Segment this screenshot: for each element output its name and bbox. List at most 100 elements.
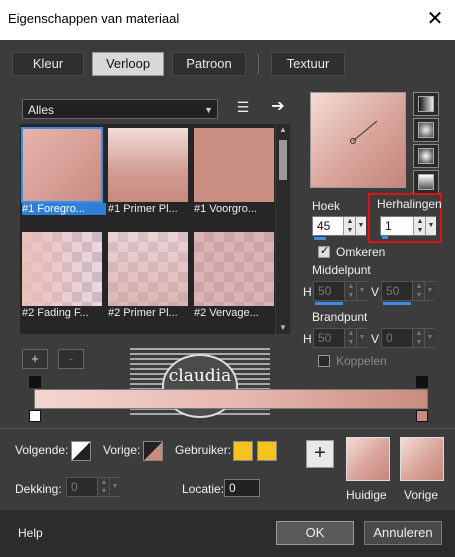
scroll-up-icon[interactable]: ▲ <box>276 124 290 136</box>
tab-patroon[interactable]: Patroon <box>172 52 246 76</box>
gradient-preview[interactable] <box>310 92 406 188</box>
gradient-thumb-4[interactable]: #2 Fading F... <box>22 232 102 322</box>
gradient-thumb-6[interactable]: #2 Vervage... <box>194 232 274 322</box>
koppelen-label: Koppelen <box>336 354 387 368</box>
arrow-right-icon[interactable]: ➔ <box>268 97 288 117</box>
thumb-label: #2 Fading F... <box>22 307 89 319</box>
add-stop-button[interactable]: + <box>22 349 48 369</box>
thumb-label: #2 Primer Pl... <box>108 307 178 319</box>
tab-bar: Kleur Verloop Patroon Textuur <box>0 40 455 88</box>
title-bar: Eigenschappen van materiaal ✕ <box>0 0 455 41</box>
gradient-swatch <box>194 232 274 306</box>
section-divider <box>0 428 455 429</box>
herhalingen-input[interactable]: 1 ▲ ▼ ▼ <box>380 216 436 236</box>
dekking-label: Dekking: <box>15 482 62 496</box>
koppelen-checkbox[interactable] <box>318 355 330 367</box>
huidige-label: Huidige <box>346 488 387 502</box>
cancel-button[interactable]: Annuleren <box>364 521 442 545</box>
brandpunt-h-input[interactable]: 50 ▲ ▼ ▼ <box>313 328 367 348</box>
gradient-thumb-3[interactable]: #1 Voorgro... <box>194 128 274 218</box>
herhalingen-label: Herhalingen <box>377 197 442 211</box>
gradient-swatch <box>108 232 188 306</box>
middelpunt-v-input[interactable]: 50 ▲ ▼ ▼ <box>381 281 435 301</box>
brandpunt-label: Brandpunt <box>312 310 368 324</box>
brandpunt-h-label: H <box>303 332 312 346</box>
radial-style-button[interactable] <box>413 170 439 194</box>
herhalingen-slider[interactable] <box>382 236 388 239</box>
middelpunt-h-slider[interactable] <box>315 302 343 305</box>
angle-handle-icon <box>350 120 378 144</box>
vorige-swatch[interactable] <box>143 441 163 461</box>
ok-button[interactable]: OK <box>276 521 354 545</box>
brandpunt-v-input[interactable]: 0 ▲ ▼ ▼ <box>381 328 435 348</box>
chevron-down-icon[interactable]: ▼ <box>356 282 367 300</box>
chevron-down-icon[interactable]: ▼ <box>424 329 435 347</box>
chevron-down-icon[interactable]: ▼ <box>356 329 367 347</box>
middelpunt-v-value: 50 <box>386 284 400 298</box>
chevron-down-icon[interactable]: ▼ <box>355 217 366 235</box>
hoek-input[interactable]: 45 ▲ ▼ ▼ <box>312 216 366 236</box>
scroll-thumb[interactable] <box>279 140 287 180</box>
herhalingen-value: 1 <box>385 219 392 233</box>
gradient-swatch <box>21 127 103 203</box>
middelpunt-label: Middelpunt <box>312 263 371 277</box>
gradient-thumb-1[interactable]: #1 Foregro... <box>21 127 106 218</box>
gradient-swatch <box>22 232 102 306</box>
tab-textuur[interactable]: Textuur <box>271 52 345 76</box>
chevron-down-icon[interactable]: ▼ <box>109 478 120 496</box>
thumb-label: #1 Foregro... <box>22 203 106 215</box>
tab-kleur[interactable]: Kleur <box>12 52 84 76</box>
transparency-stop-left[interactable] <box>29 376 41 388</box>
remove-stop-button[interactable]: - <box>58 349 84 369</box>
hoek-slider[interactable] <box>314 237 326 240</box>
volgende-label: Volgende: <box>15 443 69 457</box>
help-link[interactable]: Help <box>18 526 43 540</box>
brandpunt-v-value: 0 <box>386 331 393 345</box>
transparency-stop-right[interactable] <box>416 376 428 388</box>
color-stop-right[interactable] <box>416 410 428 422</box>
color-stop-left[interactable] <box>29 410 41 422</box>
gallery-scrollbar[interactable]: ▲ ▼ <box>276 124 290 334</box>
hoek-label: Hoek <box>312 199 341 213</box>
watermark-text: claudia <box>168 366 232 386</box>
gebruiker-swatch-2[interactable] <box>257 441 277 461</box>
thumb-label: #2 Vervage... <box>194 307 259 319</box>
thumb-label: #1 Primer Pl... <box>108 203 178 215</box>
middelpunt-h-input[interactable]: 50 ▲ ▼ ▼ <box>313 281 367 301</box>
close-icon[interactable]: ✕ <box>421 5 449 33</box>
add-swatch-button[interactable]: + <box>306 440 334 468</box>
thumb-label: #1 Voorgro... <box>194 203 257 215</box>
middelpunt-v-slider[interactable] <box>383 302 411 305</box>
gradient-gallery: #1 Foregro... #1 Primer Pl... #1 Voorgro… <box>20 124 275 334</box>
sunburst-style-button[interactable] <box>413 144 439 168</box>
volgende-swatch[interactable] <box>71 441 91 461</box>
chevron-down-icon[interactable]: ▼ <box>424 282 435 300</box>
gradient-editor-bar[interactable] <box>34 389 428 409</box>
middelpunt-v-label: V <box>371 285 380 299</box>
gebruiker-swatch[interactable] <box>233 441 253 461</box>
omkeren-label: Omkeren <box>336 245 386 259</box>
linear-style-button[interactable] <box>413 92 439 116</box>
dekking-input[interactable]: 0 ▲ ▼ ▼ <box>66 477 120 497</box>
category-select[interactable]: Alles ▼ <box>22 99 218 119</box>
chevron-down-icon[interactable]: ▼ <box>425 217 436 235</box>
hoek-value: 45 <box>317 219 331 233</box>
vorige-preview[interactable] <box>400 437 444 481</box>
scroll-down-icon[interactable]: ▼ <box>276 322 290 334</box>
omkeren-checkbox[interactable] <box>318 244 330 258</box>
brandpunt-h-value: 50 <box>318 331 332 345</box>
gradient-thumb-2[interactable]: #1 Primer Pl... <box>108 128 188 218</box>
gradient-thumb-5[interactable]: #2 Primer Pl... <box>108 232 188 322</box>
list-view-icon[interactable]: ☰ <box>234 98 252 116</box>
locatie-input[interactable]: 0 <box>224 479 260 497</box>
huidige-preview <box>346 437 390 481</box>
window-title: Eigenschappen van materiaal <box>8 11 180 26</box>
tab-verloop[interactable]: Verloop <box>92 52 164 76</box>
tab-separator <box>258 54 259 74</box>
vorige-label: Vorige: <box>103 443 141 457</box>
vorige-preview-label: Vorige <box>404 488 439 502</box>
middelpunt-h-label: H <box>303 285 312 299</box>
gradient-swatch <box>194 128 274 202</box>
middelpunt-h-value: 50 <box>318 284 332 298</box>
rectangular-style-button[interactable] <box>413 118 439 142</box>
